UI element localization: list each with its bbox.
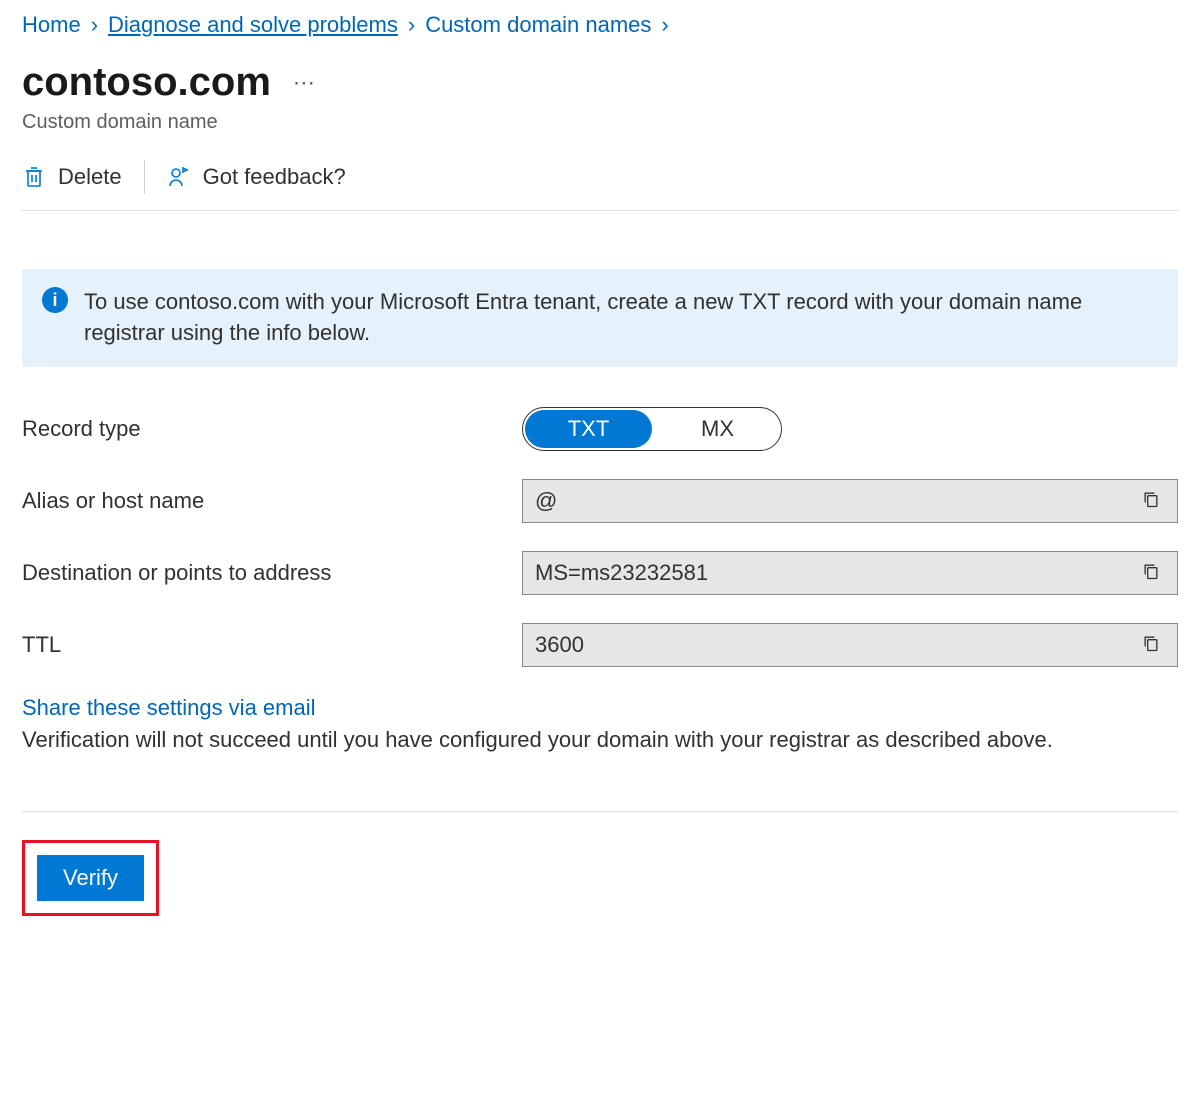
copy-ttl-button[interactable] bbox=[1137, 632, 1165, 657]
record-type-mx[interactable]: MX bbox=[654, 408, 781, 450]
verify-button[interactable]: Verify bbox=[37, 855, 144, 901]
alias-label: Alias or host name bbox=[22, 488, 522, 514]
copy-destination-button[interactable] bbox=[1137, 560, 1165, 585]
more-actions-button[interactable]: ⋯ bbox=[293, 70, 317, 96]
alias-value: @ bbox=[535, 488, 1137, 514]
record-type-label: Record type bbox=[22, 416, 522, 442]
ttl-field: 3600 bbox=[522, 623, 1178, 667]
copy-icon bbox=[1141, 498, 1161, 513]
toolbar-separator bbox=[144, 160, 145, 194]
feedback-icon bbox=[167, 165, 191, 189]
trash-icon bbox=[22, 165, 46, 189]
delete-label: Delete bbox=[58, 164, 122, 190]
verify-note: Verification will not succeed until you … bbox=[22, 725, 1178, 756]
breadcrumb-home[interactable]: Home bbox=[22, 12, 81, 38]
page-title: contoso.com bbox=[22, 60, 271, 105]
delete-button[interactable]: Delete bbox=[22, 164, 122, 190]
copy-icon bbox=[1141, 570, 1161, 585]
copy-icon bbox=[1141, 642, 1161, 657]
chevron-right-icon: › bbox=[661, 12, 668, 38]
verify-highlight: Verify bbox=[22, 840, 159, 916]
info-banner: i To use contoso.com with your Microsoft… bbox=[22, 269, 1178, 367]
chevron-right-icon: › bbox=[91, 12, 98, 38]
footer-separator bbox=[22, 811, 1178, 812]
ttl-value: 3600 bbox=[535, 632, 1137, 658]
destination-label: Destination or points to address bbox=[22, 560, 522, 586]
page-subtitle: Custom domain name bbox=[22, 111, 1178, 134]
destination-value: MS=ms23232581 bbox=[535, 560, 1137, 586]
record-type-toggle[interactable]: TXT MX bbox=[522, 407, 782, 451]
copy-alias-button[interactable] bbox=[1137, 488, 1165, 513]
info-text: To use contoso.com with your Microsoft E… bbox=[84, 287, 1158, 349]
breadcrumb-diagnose[interactable]: Diagnose and solve problems bbox=[108, 12, 398, 38]
chevron-right-icon: › bbox=[408, 12, 415, 38]
feedback-button[interactable]: Got feedback? bbox=[167, 164, 346, 190]
breadcrumb-custom-domains[interactable]: Custom domain names bbox=[425, 12, 651, 38]
alias-field: @ bbox=[522, 479, 1178, 523]
breadcrumb: Home › Diagnose and solve problems › Cus… bbox=[22, 12, 1178, 38]
toolbar: Delete Got feedback? bbox=[22, 160, 1178, 211]
destination-field: MS=ms23232581 bbox=[522, 551, 1178, 595]
ttl-label: TTL bbox=[22, 632, 522, 658]
share-settings-link[interactable]: Share these settings via email bbox=[22, 695, 1178, 721]
info-icon: i bbox=[42, 287, 68, 313]
record-type-txt[interactable]: TXT bbox=[525, 410, 652, 448]
feedback-label: Got feedback? bbox=[203, 164, 346, 190]
